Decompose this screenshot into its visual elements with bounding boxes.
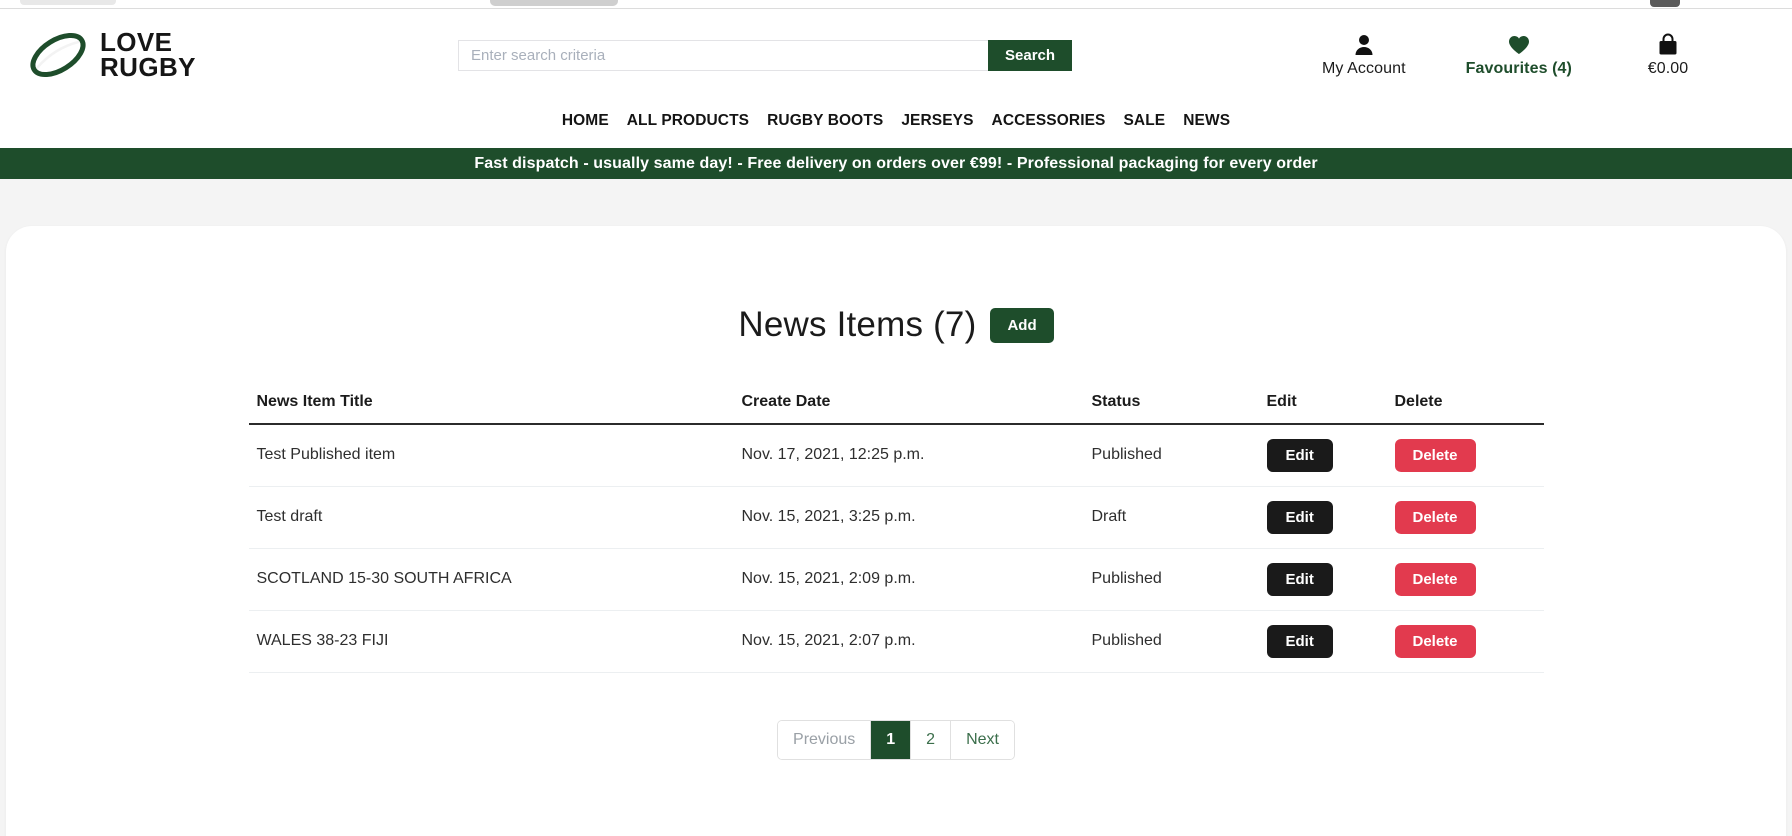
header-top-bar: LOVE RUGBY Search My Account [0, 9, 1792, 101]
search-button[interactable]: Search [988, 39, 1073, 71]
heart-icon [1508, 33, 1530, 57]
table-row: Test draft Nov. 15, 2021, 3:25 p.m. Draf… [248, 486, 1544, 549]
pagination-page-1[interactable]: 1 [871, 720, 912, 759]
site-header: LOVE RUGBY Search My Account [0, 9, 1792, 148]
search-bar: Search [458, 39, 1073, 71]
pagination-page-2[interactable]: 2 [911, 720, 952, 759]
browser-chrome-strip [0, 0, 1792, 9]
news-items-table: News Item Title Create Date Status Edit … [248, 392, 1544, 673]
table-header: News Item Title Create Date Status Edit … [248, 392, 1544, 425]
column-header-edit: Edit [1258, 392, 1387, 425]
cell-delete: Delete [1386, 486, 1544, 549]
table-row: WALES 38-23 FIJI Nov. 15, 2021, 2:07 p.m… [248, 610, 1544, 673]
nav-item-rugby-boots[interactable]: RUGBY BOOTS [767, 112, 883, 130]
cell-delete: Delete [1386, 423, 1544, 487]
nav-item-jerseys[interactable]: JERSEYS [901, 112, 973, 130]
table-row: SCOTLAND 15-30 SOUTH AFRICA Nov. 15, 202… [248, 548, 1544, 611]
cell-date: Nov. 17, 2021, 12:25 p.m. [733, 423, 1084, 487]
cell-status: Published [1083, 548, 1259, 611]
delete-button[interactable]: Delete [1394, 438, 1476, 472]
rugby-ball-icon [30, 32, 86, 78]
shopping-bag-icon [1657, 33, 1679, 57]
cell-edit: Edit [1258, 548, 1387, 611]
favourites-label: Favourites (4) [1465, 59, 1572, 77]
column-header-status: Status [1083, 392, 1259, 425]
logo-wordmark: LOVE RUGBY [100, 29, 196, 82]
page-title: News Items (7) [738, 305, 977, 345]
content-card: News Items (7) Add News Item Title Creat… [6, 226, 1786, 836]
pagination-next[interactable]: Next [951, 720, 1014, 759]
add-news-item-button[interactable]: Add [990, 307, 1054, 343]
my-account-link[interactable]: My Account [1322, 33, 1406, 78]
cell-status: Published [1083, 423, 1259, 487]
cell-delete: Delete [1386, 548, 1544, 611]
browser-tab-b[interactable] [490, 0, 618, 6]
delete-button[interactable]: Delete [1394, 500, 1476, 534]
delete-button[interactable]: Delete [1394, 562, 1476, 596]
pagination-previous[interactable]: Previous [778, 720, 872, 759]
cell-delete: Delete [1386, 610, 1544, 673]
cell-date: Nov. 15, 2021, 3:25 p.m. [733, 486, 1084, 549]
cell-date: Nov. 15, 2021, 2:07 p.m. [733, 610, 1084, 673]
column-header-delete: Delete [1386, 392, 1544, 425]
nav-item-accessories[interactable]: ACCESSORIES [992, 112, 1106, 130]
favourites-link[interactable]: Favourites (4) [1466, 33, 1572, 78]
header-actions: My Account Favourites (4) €0.00 [1322, 33, 1764, 78]
my-account-label: My Account [1321, 59, 1406, 77]
browser-toolbar-button[interactable] [1650, 0, 1680, 7]
edit-button[interactable]: Edit [1266, 624, 1333, 658]
table-body: Test Published item Nov. 17, 2021, 12:25… [248, 423, 1544, 673]
column-header-date: Create Date [733, 392, 1084, 425]
nav-item-news[interactable]: NEWS [1183, 112, 1230, 130]
pagination: Previous 1 2 Next [777, 719, 1015, 760]
news-table-wrapper: News Item Title Create Date Status Edit … [248, 392, 1544, 760]
cell-edit: Edit [1258, 610, 1387, 673]
user-icon [1354, 33, 1374, 57]
nav-item-sale[interactable]: SALE [1123, 112, 1165, 130]
browser-tab-a[interactable] [20, 0, 116, 5]
table-row: Test Published item Nov. 17, 2021, 12:25… [248, 423, 1544, 487]
cell-status: Draft [1083, 486, 1259, 549]
logo-line-2: RUGBY [100, 52, 196, 82]
edit-button[interactable]: Edit [1266, 500, 1333, 534]
cart-link[interactable]: €0.00 [1632, 33, 1704, 78]
cell-status: Published [1083, 610, 1259, 673]
cell-title: WALES 38-23 FIJI [248, 610, 734, 673]
cell-edit: Edit [1258, 486, 1387, 549]
delete-button[interactable]: Delete [1394, 624, 1476, 658]
search-input[interactable] [458, 39, 988, 71]
cell-title: Test draft [248, 486, 734, 549]
edit-button[interactable]: Edit [1266, 438, 1333, 472]
cell-date: Nov. 15, 2021, 2:09 p.m. [733, 548, 1084, 611]
nav-item-all-products[interactable]: ALL PRODUCTS [627, 112, 749, 130]
pagination-wrapper: Previous 1 2 Next [249, 719, 1544, 760]
cell-title: Test Published item [248, 423, 734, 487]
cell-edit: Edit [1258, 423, 1387, 487]
main-navigation: HOME ALL PRODUCTS RUGBY BOOTS JERSEYS AC… [0, 101, 1792, 141]
cell-title: SCOTLAND 15-30 SOUTH AFRICA [248, 548, 734, 611]
table-header-row: News Item Title Create Date Status Edit … [248, 392, 1544, 425]
site-logo[interactable]: LOVE RUGBY [28, 29, 458, 81]
cart-total-label: €0.00 [1647, 59, 1689, 77]
column-header-title: News Item Title [248, 392, 734, 425]
promo-banner: Fast dispatch - usually same day! - Free… [0, 148, 1792, 179]
page-body: News Items (7) Add News Item Title Creat… [0, 179, 1792, 836]
nav-item-home[interactable]: HOME [562, 112, 609, 130]
title-row: News Items (7) Add [6, 282, 1786, 369]
edit-button[interactable]: Edit [1266, 562, 1333, 596]
